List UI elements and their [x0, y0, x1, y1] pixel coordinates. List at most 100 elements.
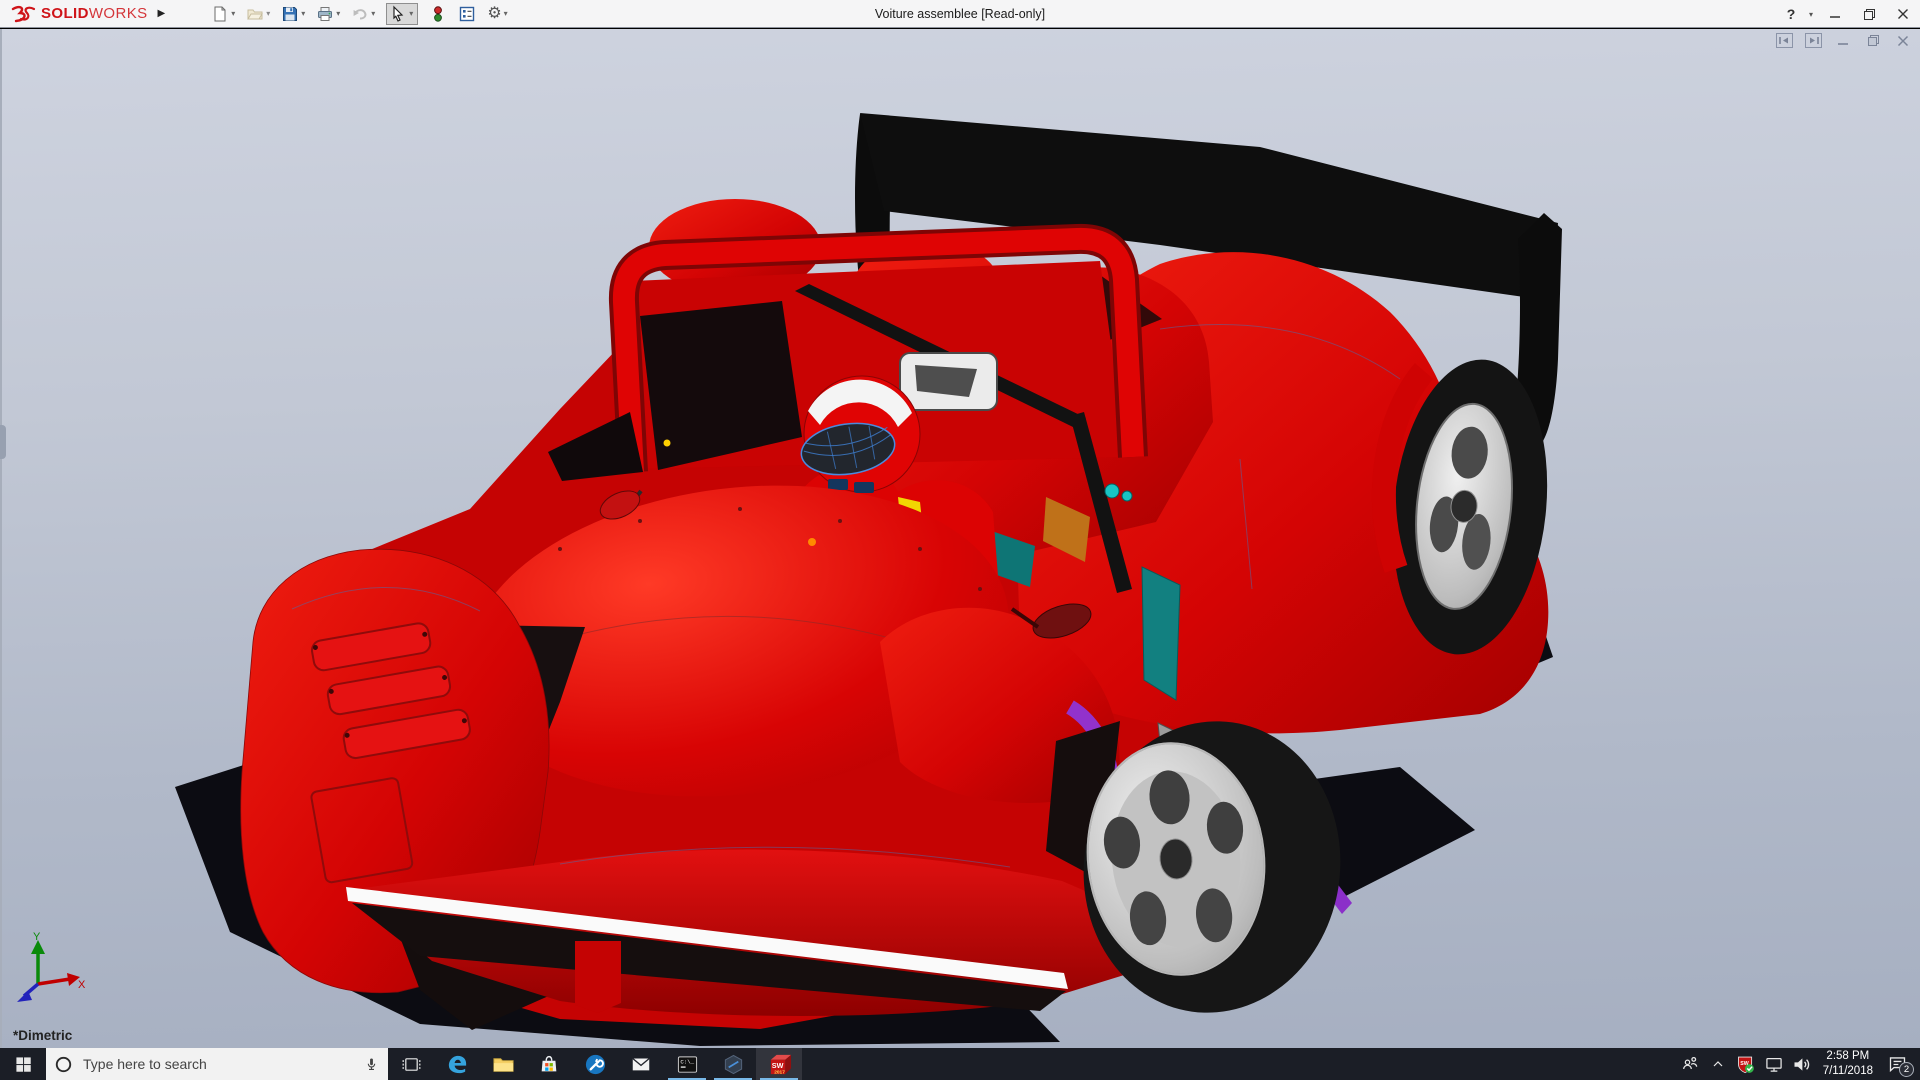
notification-badge: 2: [1899, 1062, 1914, 1077]
dropdown-caret-icon[interactable]: ▾: [231, 10, 235, 18]
open-button[interactable]: ▾: [246, 5, 270, 23]
edge-button[interactable]: [434, 1048, 480, 1080]
action-center-button[interactable]: 2: [1880, 1048, 1914, 1080]
cortana-icon: [54, 1055, 73, 1074]
hidden-icons-button[interactable]: [1704, 1048, 1732, 1080]
minimize-icon: [1829, 8, 1841, 20]
svg-text:2017: 2017: [774, 1069, 785, 1075]
dropdown-caret-icon[interactable]: ▾: [504, 10, 508, 18]
microphone-icon[interactable]: [363, 1056, 380, 1073]
file-properties-button[interactable]: [458, 5, 476, 23]
tray-clock[interactable]: 2:58 PM 7/11/2018: [1816, 1049, 1880, 1079]
solidworks-window: SOLIDWORKS ▶ ▾ ▾: [0, 0, 1920, 1080]
minimize-button[interactable]: [1818, 0, 1852, 28]
file-explorer-button[interactable]: [480, 1048, 526, 1080]
dropdown-caret-icon[interactable]: ▾: [301, 10, 305, 18]
close-icon: [1897, 8, 1909, 20]
logo-wordmark: SOLIDWORKS: [41, 5, 148, 22]
clock-time: 2:58 PM: [1823, 1049, 1873, 1064]
graphics-viewport[interactable]: Y X *Dimetric: [0, 29, 1920, 1048]
edge-icon: [446, 1053, 469, 1076]
restore-button[interactable]: [1852, 0, 1886, 28]
network-button[interactable]: [1760, 1048, 1788, 1080]
mail-button[interactable]: [618, 1048, 664, 1080]
doc-restore-icon: [1867, 34, 1880, 47]
new-document-icon: [211, 5, 229, 23]
menu-expand-arrow[interactable]: ▶: [158, 8, 166, 19]
save-button[interactable]: ▾: [281, 5, 305, 23]
doc-minimize-button[interactable]: [1834, 35, 1852, 47]
restore-icon: [1863, 8, 1876, 21]
file-properties-icon: [458, 5, 476, 23]
pane-left-icon: [1779, 36, 1790, 45]
store-icon: [538, 1053, 560, 1075]
command-prompt-icon: C:\_: [676, 1053, 699, 1076]
system-tray: SW 2:58 PM 7/11/2018: [1676, 1048, 1920, 1080]
wrench-tool-icon: [584, 1053, 607, 1076]
rebuild-button[interactable]: [429, 5, 447, 23]
pane-right-icon: [1808, 36, 1819, 45]
network-icon: [1764, 1054, 1784, 1074]
orientation-triad: Y X: [12, 930, 88, 1008]
new-document-button[interactable]: ▾: [211, 5, 235, 23]
title-bar: SOLIDWORKS ▶ ▾ ▾: [0, 0, 1920, 28]
car-model-render[interactable]: [0, 29, 1920, 1048]
solidworks-app-icon: SW 2017: [767, 1052, 792, 1077]
store-button[interactable]: [526, 1048, 572, 1080]
volume-button[interactable]: [1788, 1048, 1816, 1080]
dropdown-caret-icon[interactable]: ▾: [266, 10, 270, 18]
people-icon: [1680, 1054, 1700, 1074]
print-icon: [316, 5, 334, 23]
doc-close-icon: [1897, 35, 1909, 47]
pane-right-button[interactable]: [1805, 33, 1822, 48]
triad-y-label: Y: [33, 931, 41, 943]
sw-shield-check-icon: SW: [1735, 1054, 1756, 1075]
save-icon: [281, 5, 299, 23]
ds-logo-icon: [10, 5, 36, 23]
task-view-icon: [401, 1054, 422, 1075]
select-cursor-icon: [389, 5, 407, 23]
print-button[interactable]: ▾: [316, 5, 340, 23]
clock-date: 7/11/2018: [1823, 1064, 1873, 1079]
windows-taskbar: C:\_ SW 2017: [0, 1048, 1920, 1080]
help-button[interactable]: ?: [1778, 0, 1804, 28]
options-button[interactable]: ⚙ ▾: [487, 6, 507, 22]
solidworks-app-button[interactable]: SW 2017: [756, 1048, 802, 1080]
svg-text:SW: SW: [771, 1060, 783, 1069]
dropdown-caret-icon[interactable]: ▾: [371, 10, 375, 18]
search-input[interactable]: [83, 1056, 353, 1072]
doc-restore-button[interactable]: [1864, 34, 1882, 47]
task-view-button[interactable]: [388, 1048, 434, 1080]
open-icon: [246, 5, 264, 23]
options-gear-icon: ⚙: [487, 6, 501, 22]
taskbar-search[interactable]: [46, 1048, 388, 1080]
undo-button[interactable]: ▾: [351, 5, 375, 23]
help-caret-icon[interactable]: ▾: [1804, 0, 1818, 28]
triad-x-label: X: [78, 979, 86, 991]
doc-minimize-icon: [1837, 35, 1849, 47]
tool-app-button[interactable]: [572, 1048, 618, 1080]
hexagon-app-button[interactable]: [710, 1048, 756, 1080]
mail-icon: [630, 1053, 652, 1075]
command-prompt-button[interactable]: C:\_: [664, 1048, 710, 1080]
pane-left-button[interactable]: [1776, 33, 1793, 48]
view-orientation-label: *Dimetric: [13, 1028, 72, 1043]
doc-close-button[interactable]: [1894, 35, 1912, 47]
feature-pane-splitter[interactable]: [0, 29, 2, 1048]
solidworks-monitor-tray[interactable]: SW: [1732, 1048, 1760, 1080]
volume-icon: [1791, 1054, 1812, 1075]
window-title: Voiture assemblee [Read-only]: [875, 0, 1045, 28]
svg-text:C:\_: C:\_: [680, 1058, 694, 1065]
feature-pane-handle[interactable]: [0, 425, 6, 459]
document-window-controls: [1776, 33, 1912, 48]
dropdown-caret-icon[interactable]: ▾: [409, 10, 413, 18]
people-button[interactable]: [1676, 1048, 1704, 1080]
chevron-up-icon: [1710, 1056, 1726, 1072]
close-button[interactable]: [1886, 0, 1920, 28]
rebuild-traffic-light-icon: [429, 5, 447, 23]
dropdown-caret-icon[interactable]: ▾: [336, 10, 340, 18]
hexagon-app-icon: [722, 1053, 745, 1076]
file-explorer-icon: [492, 1053, 515, 1076]
select-tool-button[interactable]: ▾: [386, 3, 418, 25]
start-button[interactable]: [0, 1048, 46, 1080]
